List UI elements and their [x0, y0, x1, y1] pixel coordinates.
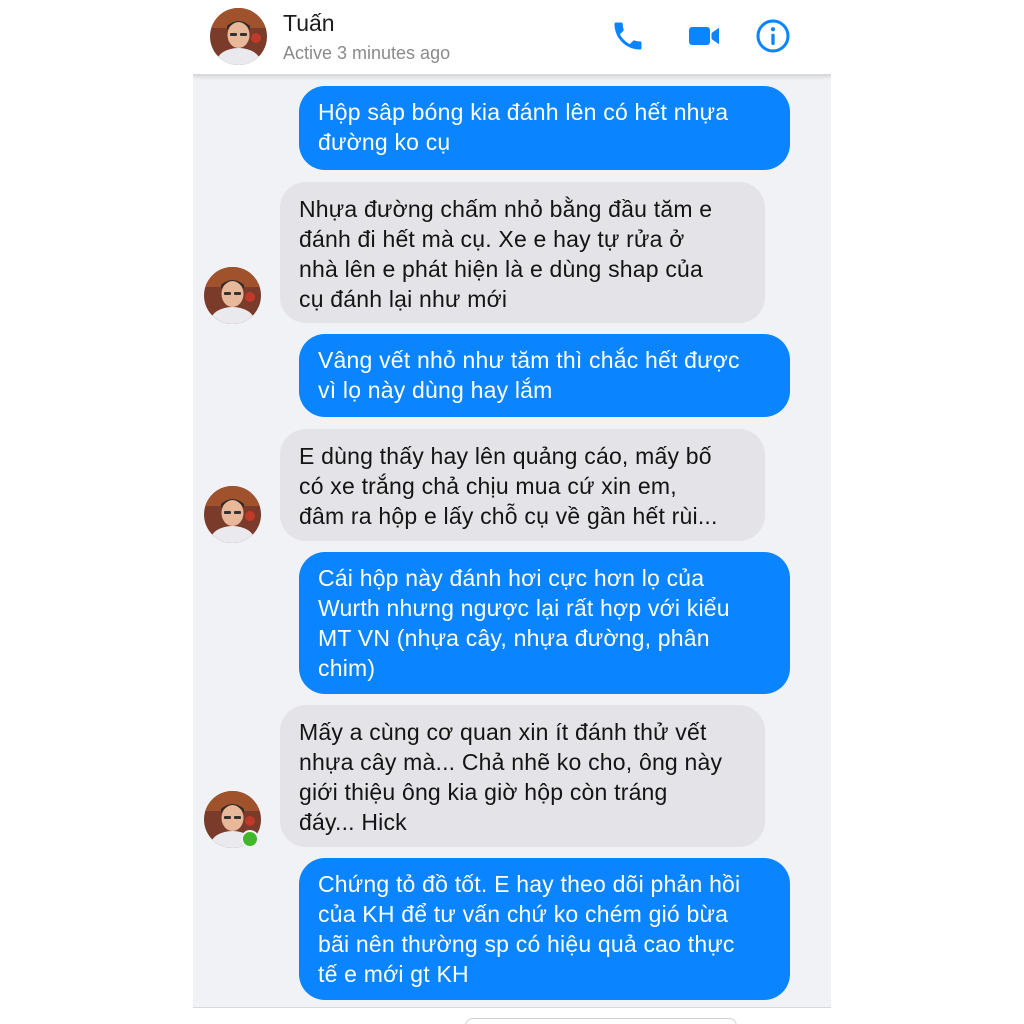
message-input[interactable]	[465, 1018, 737, 1024]
sender-avatar[interactable]	[204, 486, 261, 543]
conversation-header: Tuấn Active 3 minutes ago	[193, 0, 831, 76]
info-icon[interactable]	[755, 18, 791, 54]
phone-icon[interactable]	[610, 18, 646, 54]
outgoing-message[interactable]: Vâng vết nhỏ như tăm thì chắc hết được v…	[299, 334, 790, 417]
outgoing-message[interactable]: Cái hộp này đánh hơi cực hơn lọ của Wurt…	[299, 552, 790, 694]
messenger-conversation-screen: Tuấn Active 3 minutes ago Hộp sâp bóng k…	[193, 0, 831, 1024]
contact-avatar[interactable]	[210, 8, 267, 65]
online-indicator	[241, 830, 259, 848]
active-status: Active 3 minutes ago	[283, 43, 451, 63]
outgoing-message[interactable]: Chứng tỏ đồ tốt. E hay theo dõi phản hồi…	[299, 858, 790, 1000]
video-camera-icon[interactable]	[686, 18, 722, 54]
incoming-message[interactable]: Nhựa đường chấm nhỏ bằng đầu tăm e đánh …	[280, 182, 765, 323]
sender-avatar[interactable]	[204, 267, 261, 324]
incoming-message[interactable]: E dùng thấy hay lên quảng cáo, mấy bố có…	[280, 429, 765, 541]
incoming-message[interactable]: Mấy a cùng cơ quan xin ít đánh thử vết n…	[280, 705, 765, 847]
contact-name[interactable]: Tuấn	[283, 10, 335, 37]
message-list[interactable]: Hộp sâp bóng kia đánh lên có hết nhựa đư…	[193, 76, 831, 1007]
outgoing-message[interactable]: Hộp sâp bóng kia đánh lên có hết nhựa đư…	[299, 86, 790, 170]
